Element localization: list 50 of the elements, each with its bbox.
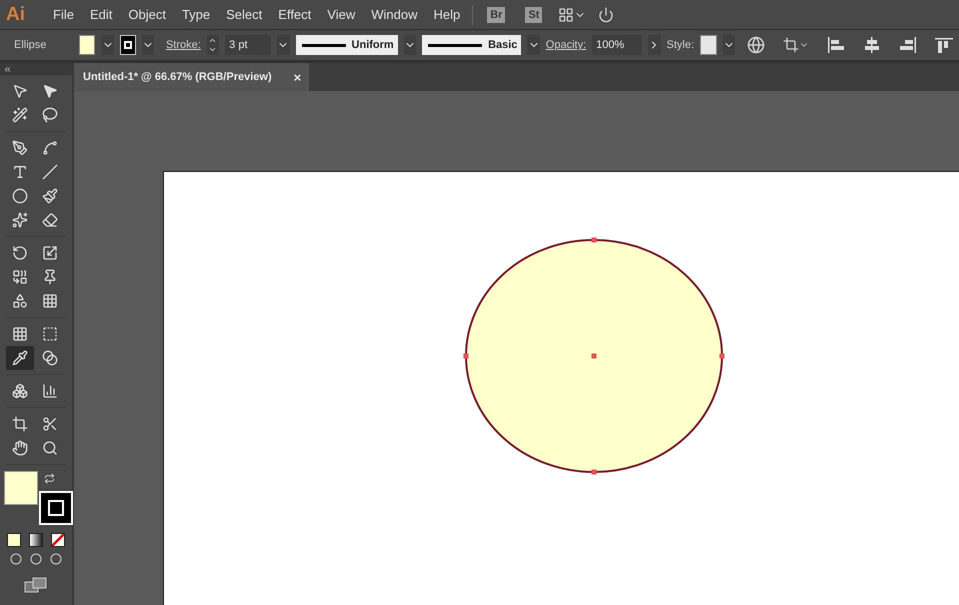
menu-item[interactable]: Effect xyxy=(270,7,320,22)
chevron-right-icon[interactable] xyxy=(648,35,660,55)
chevron-icon[interactable] xyxy=(277,35,290,55)
fill-swatch[interactable] xyxy=(78,35,96,55)
chevron-icon[interactable] xyxy=(527,35,540,55)
eyedropper-icon[interactable] xyxy=(6,346,34,370)
collapse-icon[interactable] xyxy=(3,64,12,74)
globe-icon[interactable] xyxy=(747,36,766,54)
none-mode-icon[interactable] xyxy=(51,533,65,547)
align-left-icon[interactable] xyxy=(827,37,846,53)
align-right-icon[interactable] xyxy=(899,37,918,53)
menu-item[interactable]: Window xyxy=(363,7,426,22)
object-type-label: Ellipse xyxy=(14,39,48,51)
stroke-weight-field[interactable]: 3 pt xyxy=(225,35,272,55)
opacity-field[interactable]: 100% xyxy=(592,35,642,55)
style-label: Style: xyxy=(666,39,694,51)
stroke-label: Stroke: xyxy=(166,39,201,51)
profile-dropdown[interactable]: Uniform xyxy=(296,35,398,55)
layout-icon[interactable] xyxy=(558,6,586,22)
app-button[interactable]: Br xyxy=(487,6,506,22)
swap-icon[interactable] xyxy=(44,473,55,484)
stroke-swatch[interactable] xyxy=(120,35,136,55)
chevron-icon[interactable] xyxy=(404,35,416,55)
menu-item[interactable]: Select xyxy=(218,7,270,22)
color-mode-icon[interactable] xyxy=(7,533,21,547)
chevron-icon[interactable] xyxy=(142,35,154,55)
power-icon[interactable] xyxy=(598,6,614,22)
app-logo: Ai xyxy=(6,4,25,26)
menu-item[interactable]: View xyxy=(319,7,364,22)
menu-item[interactable]: Type xyxy=(174,7,218,22)
opacity-label: Opacity: xyxy=(546,39,586,51)
menu-item[interactable]: Help xyxy=(425,7,468,22)
chevron-icon[interactable] xyxy=(722,35,736,55)
menu-item[interactable]: Edit xyxy=(82,7,120,22)
screen-mode-icon[interactable] xyxy=(24,577,48,593)
app-button[interactable]: St xyxy=(525,6,542,22)
fill-color-swatch[interactable] xyxy=(4,471,38,505)
chevron-icon[interactable] xyxy=(101,35,114,55)
menu-item[interactable]: Object xyxy=(120,7,174,22)
style-swatch[interactable] xyxy=(700,35,717,55)
align-center-icon[interactable] xyxy=(863,37,882,53)
menu-item[interactable]: File xyxy=(45,7,82,22)
close-button[interactable]: × xyxy=(294,70,302,84)
stepper-icon[interactable] xyxy=(206,35,220,55)
brush-dropdown[interactable]: Basic xyxy=(422,35,522,55)
align-top-icon[interactable] xyxy=(935,37,954,53)
gradient-mode-icon[interactable] xyxy=(29,533,43,547)
transform-icon[interactable] xyxy=(783,37,810,53)
stroke-color-swatch[interactable] xyxy=(39,491,73,525)
document-tab[interactable]: Untitled-1* @ 66.67% (RGB/Preview) × xyxy=(74,63,310,91)
